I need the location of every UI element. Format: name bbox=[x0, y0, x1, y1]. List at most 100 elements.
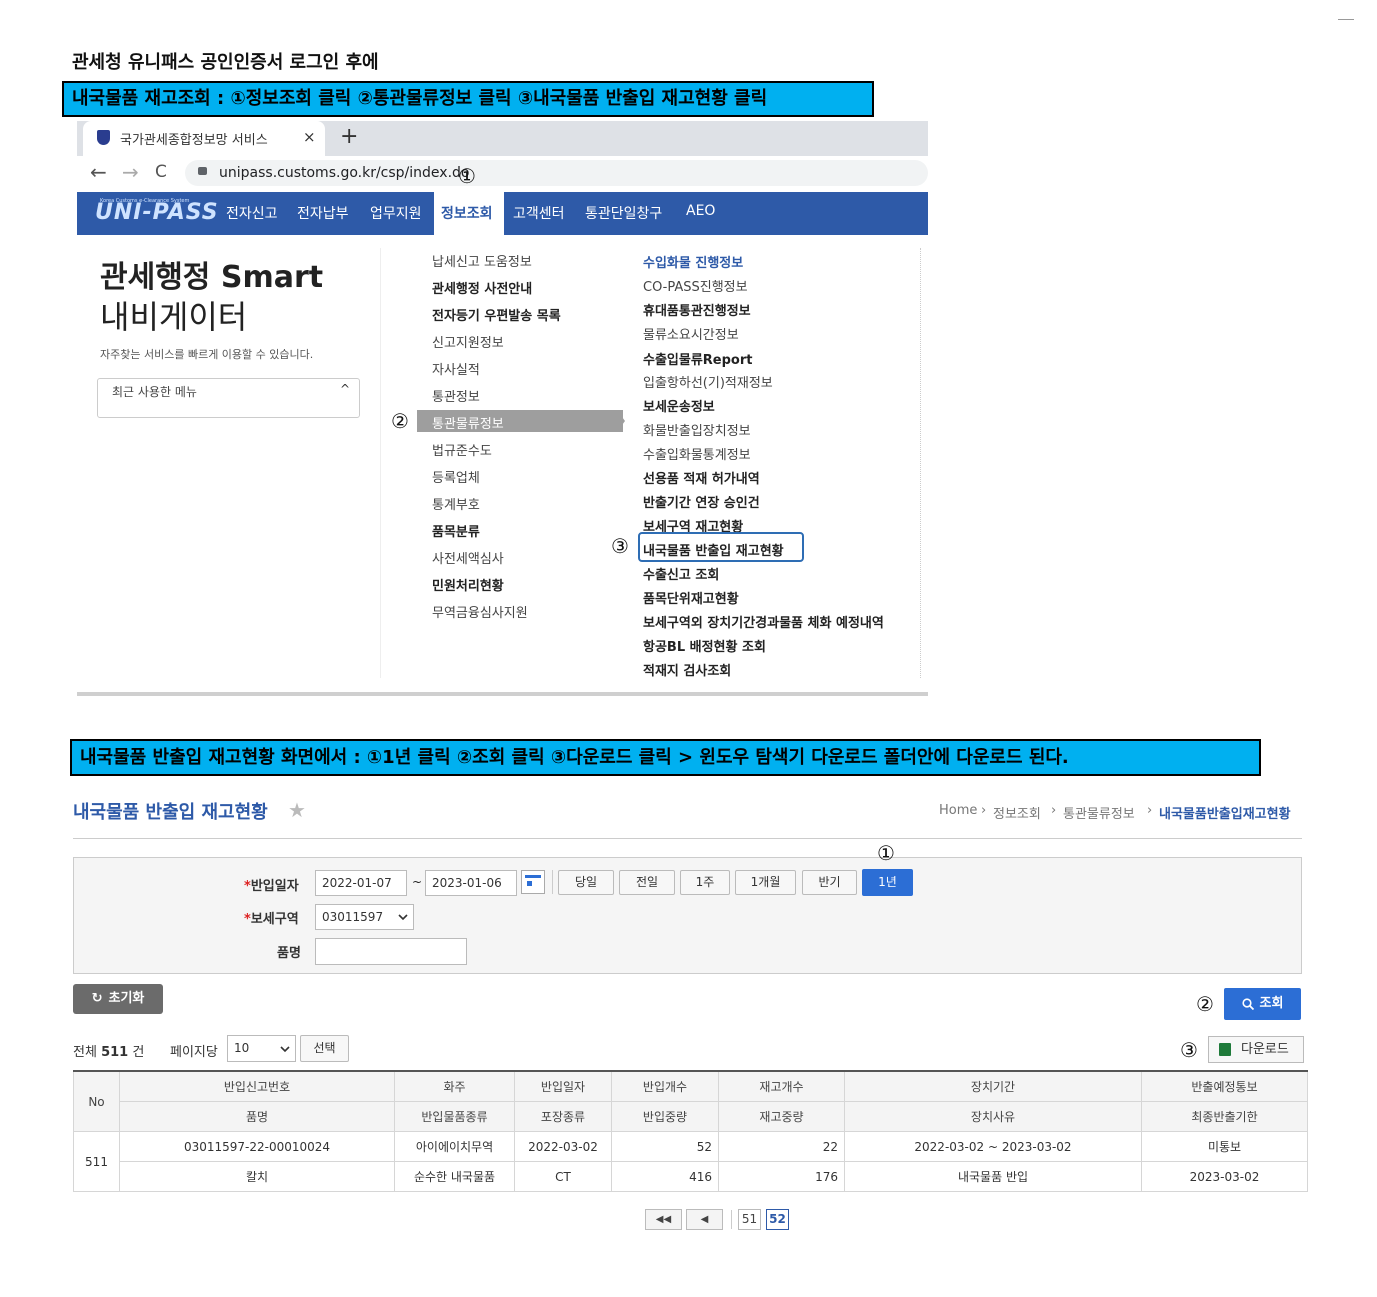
reload-icon[interactable]: C bbox=[155, 162, 167, 182]
gnb-item-business-support[interactable]: 업무지원 bbox=[370, 203, 422, 223]
menu-item-tax-help[interactable]: 납세신고 도움정보 bbox=[432, 251, 532, 270]
breadcrumb-info[interactable]: 정보조회 bbox=[993, 803, 1041, 822]
menu-dotted-divider bbox=[920, 248, 921, 678]
menu-item-air-bl[interactable]: 항공BL 배정현황 조회 bbox=[643, 636, 766, 655]
pager-page-51[interactable]: 51 bbox=[738, 1209, 761, 1230]
new-tab-icon[interactable]: + bbox=[340, 124, 358, 149]
menu-item-advance-notice[interactable]: 관세행정 사전안내 bbox=[432, 278, 532, 297]
calendar-icon-day bbox=[527, 881, 532, 886]
menu-item-pre-review[interactable]: 사전세액심사 bbox=[432, 548, 504, 567]
menu-item-ship-stores[interactable]: 선용품 적재 허가내역 bbox=[643, 468, 760, 487]
cell-item-name: 칼치 bbox=[119, 1161, 395, 1192]
quick-1month-button[interactable]: 1개월 bbox=[735, 870, 796, 895]
reset-button-label: 초기화 bbox=[108, 991, 145, 1006]
instruction-banner-2: 내국물품 반출입 재고현황 화면에서 : ①1년 클릭 ②조회 클릭 ③다운로드… bbox=[70, 739, 1261, 776]
quick-today-button[interactable]: 당일 bbox=[558, 870, 614, 895]
breadcrumb-logistics[interactable]: 통관물류정보 bbox=[1063, 803, 1135, 822]
menu-item-trade-finance[interactable]: 무역금융심사지원 bbox=[432, 602, 528, 621]
menu-item-logistics-report[interactable]: 수출입물류Report bbox=[643, 349, 753, 368]
menu-item-registered-mail[interactable]: 전자등기 우편발송 목록 bbox=[432, 305, 561, 324]
menu-item-stat-codes[interactable]: 통계부호 bbox=[432, 494, 480, 513]
item-name-input[interactable] bbox=[315, 938, 467, 965]
refresh-icon: ↻ bbox=[91, 991, 103, 1006]
pager-page-52[interactable]: 52 bbox=[766, 1209, 789, 1230]
browser-tab-title: 국가관세종합정보망 서비스 bbox=[120, 133, 268, 148]
gnb-item-customer-center[interactable]: 고객센터 bbox=[513, 203, 565, 223]
cell-final-deadline: 2023-03-02 bbox=[1141, 1161, 1308, 1192]
chevron-up-icon[interactable]: ^ bbox=[340, 382, 350, 396]
menu-item-cargo-inout[interactable]: 화물반출입장치정보 bbox=[643, 420, 751, 439]
menu-item-compliance[interactable]: 법규준수도 bbox=[432, 440, 492, 459]
reset-button[interactable]: ↻ 초기화 bbox=[73, 984, 163, 1014]
per-page-select[interactable]: 10 bbox=[227, 1035, 296, 1062]
date-to-input[interactable]: 2023-01-06 bbox=[425, 870, 517, 896]
back-arrow-icon[interactable]: ← bbox=[90, 160, 107, 184]
table-row[interactable]: 511 03011597-22-00010024 아이에이치무역 2022-03… bbox=[73, 1131, 1308, 1192]
col-header-owner: 화주 bbox=[394, 1070, 515, 1102]
menu-item-filing-support[interactable]: 신고지원정보 bbox=[432, 332, 504, 351]
search-button[interactable]: 조회 bbox=[1224, 988, 1301, 1020]
gnb-item-aeo[interactable]: AEO bbox=[686, 203, 715, 219]
menu-item-bonded-transport[interactable]: 보세운송정보 bbox=[643, 396, 715, 415]
required-mark: * bbox=[244, 912, 251, 927]
cell-declaration-no[interactable]: 03011597-22-00010024 bbox=[119, 1131, 395, 1162]
gnb-item-e-filing[interactable]: 전자신고 bbox=[226, 203, 278, 223]
menu-item-domestic-stock[interactable]: 내국물품 반출입 재고현황 bbox=[643, 540, 784, 559]
total-count: 전체 511 건 bbox=[73, 1041, 144, 1060]
download-button[interactable]: 다운로드 bbox=[1208, 1036, 1304, 1063]
unipass-logo[interactable]: UNI-PASS bbox=[95, 200, 219, 225]
menu-item-extension[interactable]: 반출기간 연장 승인건 bbox=[643, 492, 760, 511]
menu-item-export-search[interactable]: 수출신고 조회 bbox=[643, 564, 719, 583]
gnb-item-info-search[interactable]: 정보조회 bbox=[441, 203, 493, 223]
menu-item-port-loading[interactable]: 입출항하선(기)적재정보 bbox=[643, 372, 773, 391]
zone-label-text: 보세구역 bbox=[250, 912, 299, 927]
menu-item-company-record[interactable]: 자사실적 bbox=[432, 359, 480, 378]
select-button[interactable]: 선택 bbox=[300, 1035, 349, 1062]
zone-select-value: 03011597 bbox=[322, 910, 384, 924]
menu-item-complaints[interactable]: 민원처리현황 bbox=[432, 575, 504, 594]
date-from-input[interactable]: 2022-01-07 bbox=[315, 870, 407, 896]
step-marker-3: ③ bbox=[1180, 1038, 1198, 1062]
menu-item-baggage[interactable]: 휴대품통관진행정보 bbox=[643, 300, 751, 319]
cell-storage-period: 2022-03-02 ~ 2023-03-02 bbox=[844, 1131, 1142, 1162]
required-mark: * bbox=[244, 879, 251, 894]
menu-item-logistics-time[interactable]: 물류소요시간정보 bbox=[643, 324, 739, 343]
menu-item-import-progress[interactable]: 수입화물 진행정보 bbox=[643, 252, 743, 271]
download-button-label: 다운로드 bbox=[1241, 1042, 1289, 1057]
menu-item-loading-inspection[interactable]: 적재지 검사조회 bbox=[643, 660, 731, 679]
table-row[interactable]: 칼치 순수한 내국물품 CT 416 176 내국물품 반입 2023-03-0… bbox=[74, 1161, 1308, 1192]
quick-1week-button[interactable]: 1주 bbox=[680, 870, 730, 895]
cell-no: 511 bbox=[73, 1131, 120, 1192]
close-icon[interactable]: × bbox=[303, 128, 316, 146]
menu-item-item-stock[interactable]: 품목단위재고현황 bbox=[643, 588, 739, 607]
step-marker-1: ① bbox=[877, 841, 895, 865]
menu-item-cargo-stats[interactable]: 수출입화물통계정보 bbox=[643, 444, 751, 463]
step-marker-1: ① bbox=[458, 164, 476, 188]
zone-select[interactable]: 03011597 bbox=[315, 904, 414, 930]
col-header-final-deadline: 최종반출기한 bbox=[1141, 1101, 1308, 1132]
forward-arrow-icon[interactable]: → bbox=[122, 160, 139, 184]
date-tilde: ~ bbox=[412, 875, 423, 889]
gnb-item-single-window[interactable]: 통관단일창구 bbox=[585, 203, 662, 223]
per-page-label: 페이지당 bbox=[170, 1045, 218, 1060]
col-header-no: No bbox=[73, 1070, 120, 1132]
menu-item-overdue-goods[interactable]: 보세구역외 장치기간경과물품 체화 예정내역 bbox=[643, 612, 884, 631]
quick-1year-button[interactable]: 1년 bbox=[862, 869, 913, 896]
quick-halfyear-button[interactable]: 반기 bbox=[802, 870, 857, 895]
star-icon[interactable]: ★ bbox=[288, 798, 306, 822]
breadcrumb-sep-icon: › bbox=[1051, 803, 1057, 818]
menu-item-clearance-info[interactable]: 통관정보 bbox=[432, 386, 480, 405]
chevron-down-icon bbox=[398, 914, 408, 921]
quick-yesterday-button[interactable]: 전일 bbox=[619, 870, 675, 895]
gnb-item-e-payment[interactable]: 전자납부 bbox=[297, 203, 349, 223]
page-heading: 관세청 유니패스 공인인증서 로그인 후에 bbox=[72, 52, 379, 73]
breadcrumb-home[interactable]: Home bbox=[939, 803, 977, 818]
pager-first-button[interactable]: ◀◀ bbox=[645, 1209, 682, 1230]
menu-item-logistics-info[interactable]: 통관물류정보 bbox=[432, 413, 504, 432]
calendar-icon[interactable] bbox=[521, 870, 545, 894]
menu-item-copass[interactable]: CO-PASS진행정보 bbox=[643, 276, 748, 295]
menu-item-registered-company[interactable]: 등록업체 bbox=[432, 467, 480, 486]
pager-prev-button[interactable]: ◀ bbox=[686, 1209, 723, 1230]
cell-stock-count: 22 bbox=[718, 1131, 845, 1162]
menu-item-classification[interactable]: 품목분류 bbox=[432, 521, 480, 540]
